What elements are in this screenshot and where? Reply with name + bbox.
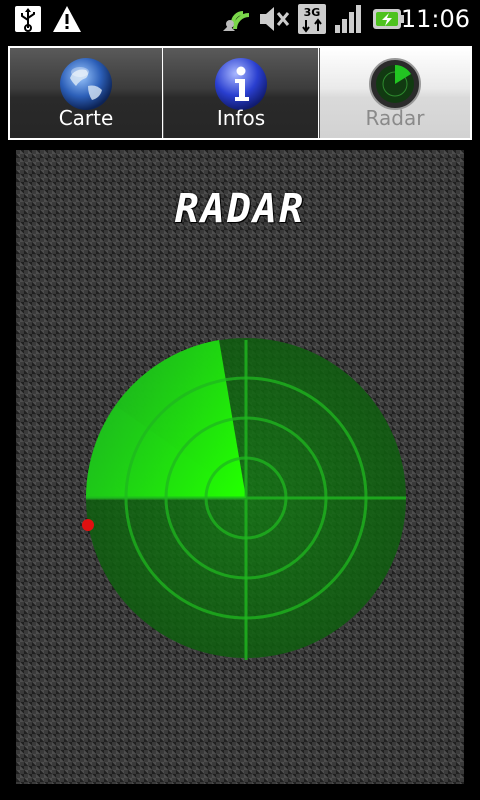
wifi-icon (218, 3, 254, 35)
radar-blip (82, 519, 94, 531)
clock: 11:06 (400, 5, 470, 33)
info-icon (213, 56, 269, 112)
radar-sweep (85, 340, 247, 498)
mute-icon (256, 3, 292, 35)
status-bar: 3G 11:06 (0, 0, 480, 38)
tab-label: Radar (365, 106, 425, 130)
tab-infos[interactable]: Infos (164, 48, 318, 138)
radar-icon (367, 56, 423, 112)
tab-radar[interactable]: Radar (320, 48, 470, 138)
radar-panel: RADAR (16, 150, 464, 784)
signal-icon (332, 3, 364, 35)
radar-scope (82, 338, 406, 660)
tab-label: Carte (58, 106, 114, 130)
3g-icon: 3G (296, 3, 328, 35)
svg-text:3G: 3G (304, 6, 321, 19)
tab-carte[interactable]: Carte (10, 48, 162, 138)
warning-icon (50, 3, 84, 35)
tab-bar: Carte Infos Radar (8, 46, 472, 140)
usb-icon (10, 3, 46, 35)
tab-label: Infos (216, 106, 266, 130)
globe-icon (58, 56, 114, 112)
